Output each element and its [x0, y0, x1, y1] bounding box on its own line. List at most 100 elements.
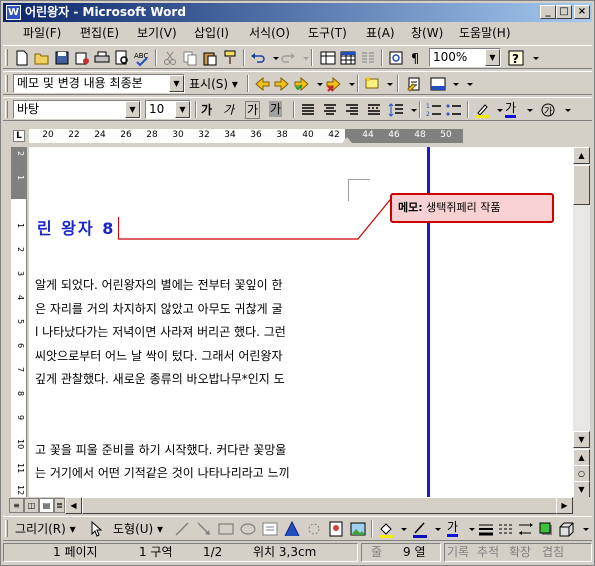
comment-balloon[interactable]: 메모: 생택쥐페리 작품 [390, 193, 554, 223]
font-color-button[interactable]: 가 [505, 101, 517, 118]
document-body[interactable]: 알게 되었다. 어린왕자의 별에는 전부터 꽃잎이 한 은 자리를 거의 차지하… [35, 274, 351, 486]
chevron-down-icon[interactable]: ▼ [169, 75, 184, 92]
new-comment-icon[interactable] [363, 75, 381, 93]
minimize-button[interactable]: _ [540, 5, 556, 19]
pane-dropdown-icon[interactable] [447, 75, 459, 93]
font-size-combo[interactable]: 10 ▼ [145, 100, 191, 119]
close-button[interactable]: × [574, 5, 590, 19]
horizontal-scrollbar[interactable]: ◀ ▶ [65, 497, 573, 514]
3d-style-icon[interactable] [557, 520, 575, 538]
right-indent-marker[interactable] [342, 137, 352, 143]
toolbar-grip[interactable] [5, 520, 8, 537]
line-color-dropdown-icon[interactable] [429, 520, 441, 538]
status-ovr[interactable]: 겹침 [542, 544, 564, 561]
permission-icon[interactable] [73, 49, 91, 67]
reject-change-icon[interactable] [325, 75, 343, 93]
print-layout-icon[interactable]: ▤ [39, 498, 54, 513]
help-icon[interactable]: ? [507, 49, 525, 67]
clip-art-icon[interactable] [327, 520, 345, 538]
align-right-icon[interactable] [343, 101, 361, 119]
outline-view-icon[interactable]: ≣ [54, 498, 65, 513]
print-icon[interactable] [93, 49, 111, 67]
arrow-icon[interactable] [195, 520, 213, 538]
menu-file[interactable]: 파일(F) [21, 25, 63, 41]
font-name-combo[interactable]: 바탕 ▼ [13, 100, 141, 119]
vertical-ruler[interactable]: 2 1 1 2 3 4 5 6 7 8 9 10 11 12 [11, 147, 27, 497]
insert-table-icon[interactable] [339, 49, 357, 67]
vertical-scroll-thumb[interactable] [573, 165, 590, 205]
tables-borders-icon[interactable] [319, 49, 337, 67]
document-heading[interactable]: 린 왕자 8 [37, 215, 115, 239]
next-page-icon[interactable]: ▼ [573, 481, 590, 498]
rectangle-icon[interactable] [217, 520, 235, 538]
menu-edit[interactable]: 편집(E) [78, 25, 121, 41]
toolbar-grip[interactable] [5, 75, 8, 92]
comment-dropdown-icon[interactable] [381, 75, 393, 93]
show-hide-icon[interactable]: ¶ [407, 49, 425, 67]
redo-icon[interactable] [279, 49, 297, 67]
tab-selector[interactable]: L [13, 130, 25, 142]
maximize-button[interactable]: □ [556, 5, 572, 19]
fill-color-icon[interactable] [377, 520, 395, 538]
line-spacing-icon[interactable] [387, 101, 405, 119]
bold-button[interactable]: 가 [201, 101, 212, 119]
enclosed-char-icon[interactable]: 가 [539, 101, 557, 119]
status-ext[interactable]: 확장 [509, 544, 531, 561]
undo-dropdown-icon[interactable] [267, 49, 279, 67]
insert-picture-icon[interactable] [349, 520, 367, 538]
save-icon[interactable] [53, 49, 71, 67]
toolbar-grip[interactable] [5, 101, 8, 118]
horizontal-scroll-thumb[interactable] [82, 497, 557, 514]
draw-menu-button[interactable]: 그리기(R) ▾ [15, 520, 76, 538]
web-layout-icon[interactable]: ◫ [24, 498, 39, 513]
spelling-icon[interactable]: ABC [133, 49, 151, 67]
bullets-icon[interactable] [445, 101, 463, 119]
align-center-icon[interactable] [321, 101, 339, 119]
scroll-up-icon[interactable]: ▲ [573, 147, 590, 164]
shadow-style-icon[interactable] [537, 520, 555, 538]
status-rec[interactable]: 기록 [447, 544, 469, 561]
line-spacing-dropdown-icon[interactable] [405, 101, 417, 119]
accept-dropdown-icon[interactable] [311, 75, 323, 93]
arrow-style-icon[interactable] [517, 520, 535, 538]
menu-format[interactable]: 서식(O) [247, 25, 292, 41]
wordart-icon[interactable] [283, 520, 301, 538]
align-justify-icon[interactable] [299, 101, 317, 119]
chevron-down-icon[interactable]: ▼ [485, 49, 500, 66]
text-box-icon[interactable] [261, 520, 279, 538]
word-doc-icon[interactable]: W [6, 5, 21, 20]
dash-style-icon[interactable] [497, 520, 515, 538]
font-color-dropdown-icon[interactable] [521, 101, 533, 119]
reviewing-pane-icon[interactable] [429, 75, 447, 93]
horizontal-ruler[interactable]: L 20 22 24 26 28 30 32 34 36 38 40 42 44… [3, 127, 592, 145]
scroll-left-icon[interactable]: ◀ [65, 497, 82, 514]
new-document-icon[interactable] [13, 49, 31, 67]
menu-window[interactable]: 창(W) [409, 25, 445, 41]
draw-font-color-button[interactable]: 가 [447, 520, 459, 537]
distributed-icon[interactable] [365, 101, 383, 119]
highlight-icon[interactable] [473, 101, 491, 119]
normal-view-icon[interactable]: ≡ [9, 498, 24, 513]
select-browse-object-icon[interactable]: ○ [573, 465, 590, 482]
menu-help[interactable]: 도움말(H) [457, 25, 513, 41]
line-style-icon[interactable] [477, 520, 495, 538]
redo-dropdown-icon[interactable] [297, 49, 309, 67]
chevron-down-icon[interactable]: ▼ [125, 101, 140, 118]
italic-button[interactable]: 가 [223, 101, 234, 119]
diagram-icon[interactable] [305, 520, 323, 538]
toolbar-options-icon[interactable] [559, 101, 571, 119]
document-page[interactable]: 린 왕자 8 알게 되었다. 어린왕자의 별에는 전부터 꽃잎이 한 은 자리를… [29, 147, 573, 497]
display-for-review-combo[interactable]: 메모 및 변경 내용 최종본 ▼ [13, 74, 185, 93]
oval-icon[interactable] [239, 520, 257, 538]
undo-icon[interactable] [249, 49, 267, 67]
char-border-button[interactable]: 가 [245, 101, 261, 119]
menu-tools[interactable]: 도구(T) [306, 25, 349, 41]
char-shading-button[interactable]: 가 [269, 101, 283, 117]
status-track[interactable]: 추적 [477, 544, 499, 561]
line-color-icon[interactable] [411, 520, 429, 538]
paste-icon[interactable] [201, 49, 219, 67]
menu-table[interactable]: 표(A) [364, 25, 397, 41]
toolbar-options-icon[interactable] [527, 49, 539, 67]
print-preview-icon[interactable] [113, 49, 131, 67]
zoom-combo[interactable]: 100% ▼ [429, 48, 501, 67]
